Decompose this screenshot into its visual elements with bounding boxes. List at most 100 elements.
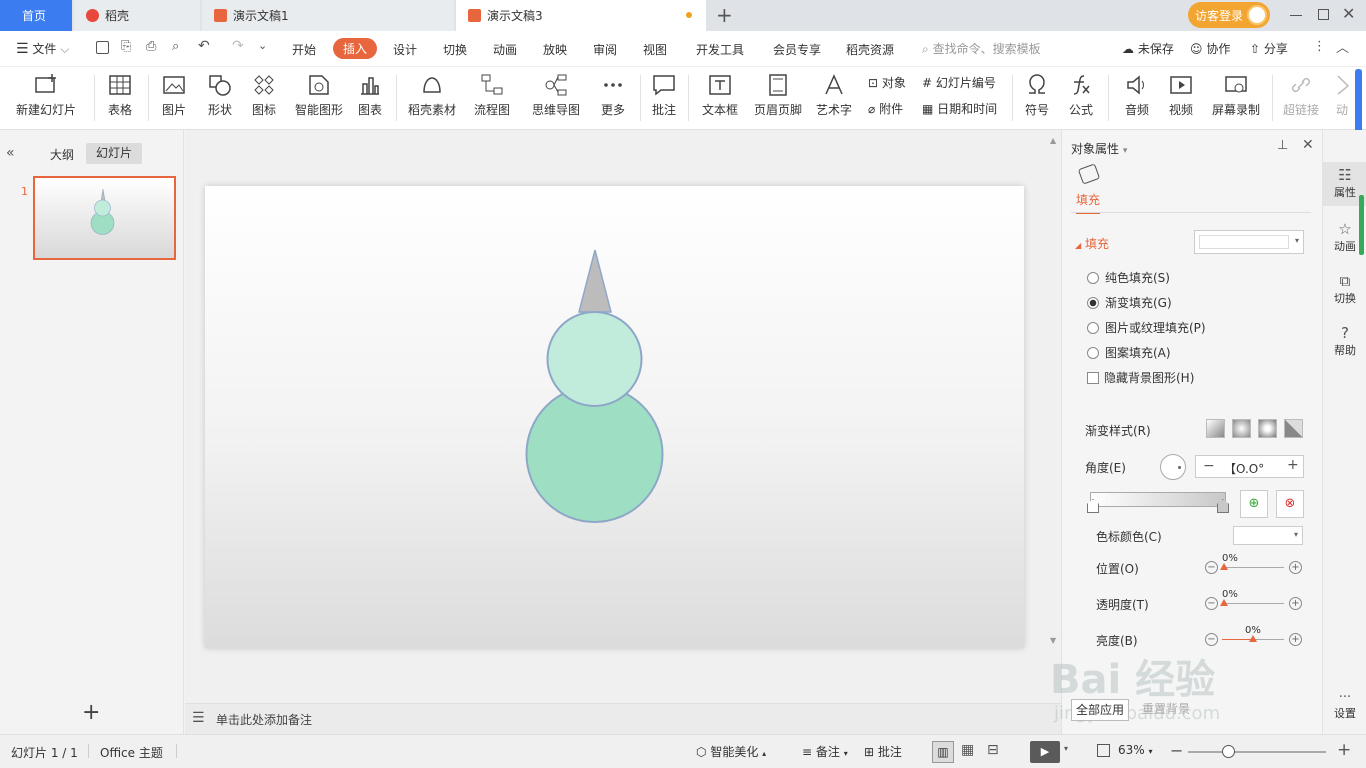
- slide-thumbnail[interactable]: [33, 176, 176, 260]
- print-icon[interactable]: ⎙: [146, 39, 156, 54]
- restore-icon[interactable]: [1318, 9, 1329, 20]
- share-button[interactable]: ⇧ 分享: [1250, 40, 1288, 57]
- slide[interactable]: [205, 186, 1024, 648]
- sidebar-help[interactable]: ? 帮助: [1323, 324, 1366, 358]
- print-preview-icon[interactable]: ⌕: [172, 39, 179, 54]
- play-options-icon[interactable]: ▾: [1064, 744, 1068, 753]
- save-icon[interactable]: [96, 41, 109, 54]
- menu-insert[interactable]: 插入: [333, 38, 378, 59]
- theme-name[interactable]: Office 主题: [100, 744, 163, 761]
- gradient-fill-option[interactable]: 渐变填充(G): [1087, 294, 1172, 311]
- close-icon[interactable]: ✕: [1342, 4, 1355, 23]
- tab-slides[interactable]: 幻灯片: [86, 143, 142, 164]
- picture-button[interactable]: 图片: [156, 67, 192, 130]
- menu-transition[interactable]: 切换: [443, 41, 467, 58]
- pattern-fill-option[interactable]: 图案填充(A): [1087, 344, 1171, 361]
- more-options-icon[interactable]: ⋮: [1313, 39, 1326, 54]
- close-panel-icon[interactable]: ✕: [1302, 137, 1314, 153]
- decrement-icon[interactable]: −: [1203, 458, 1215, 474]
- tab-doc1[interactable]: 演示文稿1: [202, 0, 454, 31]
- menu-view[interactable]: 视图: [643, 41, 667, 58]
- notes-bar[interactable]: ☰ 单击此处添加备注: [185, 703, 1061, 734]
- flowchart-button[interactable]: 流程图: [468, 67, 516, 130]
- menu-daoke-resources[interactable]: 稻壳资源: [846, 41, 894, 58]
- attachment-button[interactable]: ⌀ 附件: [868, 100, 903, 117]
- collapse-ribbon-icon[interactable]: ︿: [1336, 37, 1349, 56]
- angle-dial[interactable]: [1160, 454, 1186, 480]
- transparency-slider-thumb[interactable]: [1220, 599, 1228, 606]
- customize-icon[interactable]: ⌄: [258, 39, 267, 52]
- more-button[interactable]: 更多: [594, 67, 632, 130]
- zoom-slider-thumb[interactable]: [1222, 745, 1235, 758]
- menu-review[interactable]: 审阅: [593, 41, 617, 58]
- smart-beautify-button[interactable]: ⬡ 智能美化 ▴: [696, 743, 766, 760]
- header-footer-button[interactable]: 页眉页脚: [752, 67, 804, 130]
- menu-design[interactable]: 设计: [393, 41, 417, 58]
- zoom-in-icon[interactable]: +: [1337, 740, 1351, 760]
- panel-title[interactable]: 对象属性 ▾: [1071, 140, 1127, 157]
- menu-start[interactable]: 开始: [292, 41, 316, 58]
- unsaved-button[interactable]: ☁ 未保存: [1122, 40, 1174, 57]
- tab-home[interactable]: 首页: [0, 0, 72, 31]
- smart-graphic-button[interactable]: 智能图形: [292, 67, 346, 130]
- position-minus-icon[interactable]: −: [1205, 561, 1218, 574]
- menu-developer[interactable]: 开发工具: [696, 41, 744, 58]
- video-button[interactable]: 视频: [1162, 67, 1200, 130]
- action-button[interactable]: 动: [1332, 67, 1352, 130]
- gradient-bar[interactable]: [1090, 492, 1226, 507]
- table-button[interactable]: 表格: [100, 67, 140, 130]
- reset-bg-button[interactable]: 重置背景: [1137, 699, 1195, 721]
- audio-button[interactable]: 音频: [1118, 67, 1156, 130]
- add-stop-button[interactable]: ⊕: [1240, 490, 1268, 518]
- collab-button[interactable]: ☺ 协作: [1190, 40, 1230, 57]
- tab-doc3[interactable]: 演示文稿3: [456, 0, 706, 31]
- sidebar-settings[interactable]: ··· 设置: [1323, 690, 1366, 721]
- wordart-button[interactable]: 艺术字: [810, 67, 858, 130]
- screen-record-button[interactable]: 屏幕录制: [1208, 67, 1264, 130]
- fill-tab[interactable]: 填充: [1076, 191, 1101, 214]
- minimize-icon[interactable]: [1290, 15, 1302, 16]
- tab-daoke[interactable]: 稻壳: [74, 0, 200, 31]
- hide-bg-option[interactable]: 隐藏背景图形(H): [1087, 369, 1194, 386]
- picture-fill-option[interactable]: 图片或纹理填充(P): [1087, 319, 1206, 336]
- stop-color-dropdown[interactable]: ▾: [1233, 526, 1303, 545]
- format-painter-icon[interactable]: ⎘: [121, 39, 131, 54]
- transparency-plus-icon[interactable]: +: [1289, 597, 1302, 610]
- chart-button[interactable]: 图表: [352, 67, 388, 130]
- zoom-slider[interactable]: [1188, 751, 1326, 753]
- solid-fill-option[interactable]: 纯色填充(S): [1087, 269, 1170, 286]
- object-button[interactable]: ⊡ 对象: [868, 74, 906, 91]
- fill-section-header[interactable]: ◢ 填充: [1075, 235, 1109, 252]
- gradient-radial-swatch[interactable]: [1232, 419, 1251, 438]
- new-tab-button[interactable]: +: [716, 3, 733, 27]
- icon-button[interactable]: 图标: [246, 67, 282, 130]
- position-slider[interactable]: [1222, 567, 1284, 568]
- shape-button[interactable]: 形状: [200, 67, 240, 130]
- play-button[interactable]: ▶: [1030, 741, 1060, 763]
- gradient-rect-swatch[interactable]: [1258, 419, 1277, 438]
- fit-window-icon[interactable]: [1097, 744, 1110, 757]
- canvas-scrollbar[interactable]: ▲ ▼: [1047, 130, 1061, 703]
- gourd-small-circle[interactable]: [546, 311, 643, 407]
- datetime-button[interactable]: ▦ 日期和时间: [922, 100, 997, 117]
- fill-color-dropdown[interactable]: ▾: [1194, 230, 1304, 254]
- gradient-path-swatch[interactable]: [1284, 419, 1303, 438]
- hyperlink-button[interactable]: 超链接: [1278, 67, 1324, 130]
- position-slider-thumb[interactable]: [1220, 563, 1228, 570]
- formula-button[interactable]: 公式: [1062, 67, 1100, 130]
- gourd-cone[interactable]: [578, 249, 612, 313]
- daoke-material-button[interactable]: 稻壳素材: [404, 67, 460, 130]
- slide-number-button[interactable]: # 幻灯片编号: [922, 74, 996, 91]
- gradient-linear-swatch[interactable]: [1206, 419, 1225, 438]
- redo-icon[interactable]: ↷: [232, 38, 244, 54]
- reading-view-button[interactable]: ⊟: [987, 742, 999, 758]
- search-box[interactable]: ⌕ 查找命令、搜索模板: [922, 40, 1041, 57]
- guest-login-button[interactable]: 访客登录: [1188, 2, 1270, 28]
- symbol-button[interactable]: 符号: [1018, 67, 1056, 130]
- textbox-button[interactable]: 文本框: [696, 67, 744, 130]
- zoom-out-icon[interactable]: −: [1170, 741, 1183, 760]
- scroll-down-icon[interactable]: ▼: [1050, 636, 1056, 645]
- angle-stepper[interactable]: − 【O.O° +: [1195, 455, 1304, 478]
- zoom-dropdown[interactable]: 63% ▾: [1118, 743, 1153, 757]
- menu-slideshow[interactable]: 放映: [543, 41, 567, 58]
